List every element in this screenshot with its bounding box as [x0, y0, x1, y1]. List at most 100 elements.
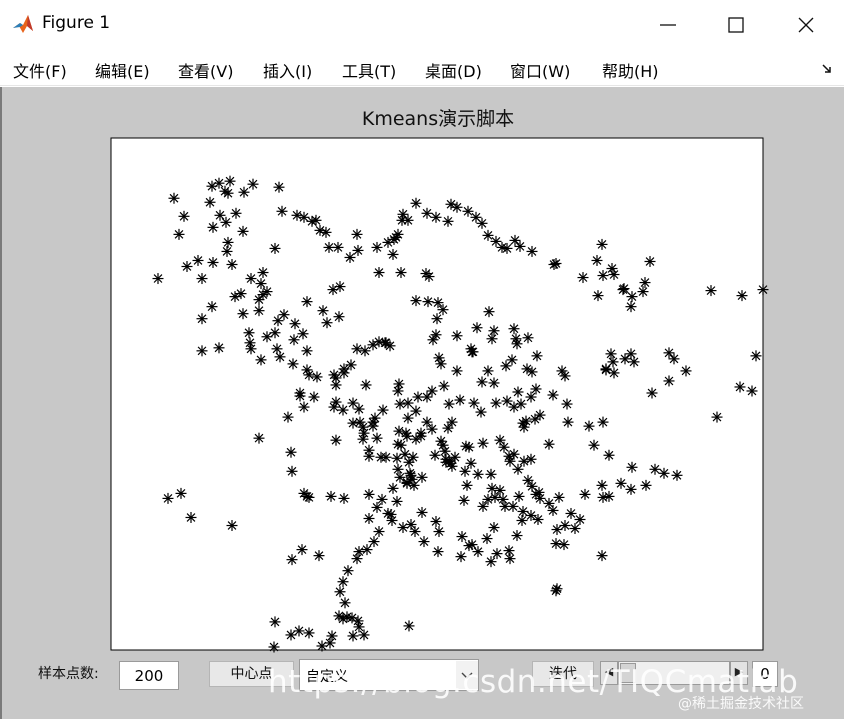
- scatter-point: [596, 550, 608, 562]
- scatter-point: [334, 586, 346, 598]
- scatter-point: [600, 364, 612, 376]
- scatter-point: [553, 491, 565, 503]
- scatter-point: [482, 493, 494, 505]
- scatter-point: [257, 267, 269, 279]
- scatter-point: [207, 221, 219, 233]
- scatter-point: [392, 385, 404, 397]
- scatter-point: [376, 493, 388, 505]
- scatter-point: [547, 389, 559, 401]
- scatter-point: [220, 216, 232, 228]
- scatter-point: [410, 197, 422, 209]
- scatter-point: [405, 519, 417, 531]
- scatter-point: [608, 367, 620, 379]
- scatter-point: [432, 546, 444, 558]
- scatter-point: [515, 398, 527, 410]
- scatter-point: [196, 345, 208, 357]
- scatter-point: [415, 427, 427, 439]
- iteration-slider[interactable]: [618, 661, 730, 685]
- scatter-point: [458, 494, 470, 506]
- scatter-point: [344, 251, 356, 263]
- scatter-point: [324, 637, 336, 649]
- scatter-point: [333, 311, 345, 323]
- scatter-point: [363, 488, 375, 500]
- scatter-point: [532, 513, 544, 525]
- scatter-point: [337, 576, 349, 588]
- scatter-point: [346, 612, 358, 624]
- scatter-point: [297, 328, 309, 340]
- scatter-point: [261, 331, 273, 343]
- chevron-down-icon[interactable]: [456, 661, 478, 689]
- scatter-point: [286, 465, 298, 477]
- scatter-point: [185, 511, 197, 523]
- scatter-point: [577, 272, 589, 284]
- scatter-point: [465, 457, 477, 469]
- center-select[interactable]: 自定义: [299, 659, 479, 691]
- scatter-point: [337, 404, 349, 416]
- scatter-point: [313, 550, 325, 562]
- scatter-point: [597, 491, 609, 503]
- scatter-point: [506, 354, 518, 366]
- scatter-point: [384, 340, 396, 352]
- scatter-point: [317, 305, 329, 317]
- scatter-point: [512, 386, 524, 398]
- sample-count-input[interactable]: 200: [119, 661, 179, 690]
- scatter-point: [391, 495, 403, 507]
- slider-thumb[interactable]: [620, 663, 636, 683]
- scatter-point: [237, 308, 249, 320]
- scatter-point: [339, 597, 351, 609]
- scatter-point: [605, 348, 617, 360]
- scatter-point: [353, 621, 365, 633]
- scatter-point: [168, 192, 180, 204]
- scatter-point: [397, 522, 409, 534]
- scatter-point: [367, 416, 379, 428]
- scatter-point: [625, 301, 637, 313]
- scatter-point: [196, 273, 208, 285]
- scatter-point: [449, 451, 461, 463]
- scatter-point: [410, 433, 422, 445]
- scatter-point: [481, 533, 493, 545]
- slider-right-arrow-icon[interactable]: ▶: [730, 661, 748, 685]
- scatter-point: [482, 365, 494, 377]
- scatter-point: [222, 187, 234, 199]
- scatter-point: [357, 433, 369, 445]
- center-select-value: 自定义: [306, 669, 348, 685]
- scatter-point: [426, 385, 438, 397]
- scatter-point: [746, 385, 758, 397]
- scatter-point: [422, 296, 434, 308]
- scatter-point: [558, 539, 570, 551]
- scatter-point: [513, 490, 525, 502]
- scatter-point: [363, 512, 375, 524]
- scatter-point: [255, 354, 267, 366]
- slider-left-arrow-icon[interactable]: ◀: [600, 661, 618, 685]
- scatter-point: [435, 435, 447, 447]
- scatter-point: [387, 482, 399, 494]
- scatter-point: [373, 267, 385, 279]
- scatter-point: [347, 397, 359, 409]
- scatter-point: [416, 471, 428, 483]
- scatter-point: [680, 365, 692, 377]
- scatter-point: [626, 291, 638, 303]
- scatter-point: [298, 487, 310, 499]
- scatter-point: [494, 434, 506, 446]
- scatter-point: [501, 395, 513, 407]
- scatter-point: [485, 556, 497, 568]
- scatter-point: [394, 471, 406, 483]
- scatter-point: [387, 248, 399, 260]
- scatter-point: [420, 268, 432, 280]
- scatter-point: [338, 363, 350, 375]
- scatter-point: [561, 398, 573, 410]
- scatter-point: [342, 565, 354, 577]
- scatter-point: [446, 416, 458, 428]
- scatter-point: [287, 358, 299, 370]
- scatter-point: [451, 330, 463, 342]
- scatter-point: [326, 630, 338, 642]
- scatter-point: [489, 491, 501, 503]
- scatter-point: [429, 449, 441, 461]
- center-point-button[interactable]: 中心点: [209, 661, 294, 687]
- iterate-button[interactable]: 迭代: [532, 661, 594, 687]
- scatter-point: [421, 416, 433, 428]
- scatter-point: [311, 371, 323, 383]
- scatter-point: [503, 545, 515, 557]
- scatter-point: [360, 379, 372, 391]
- scatter-point: [351, 343, 363, 355]
